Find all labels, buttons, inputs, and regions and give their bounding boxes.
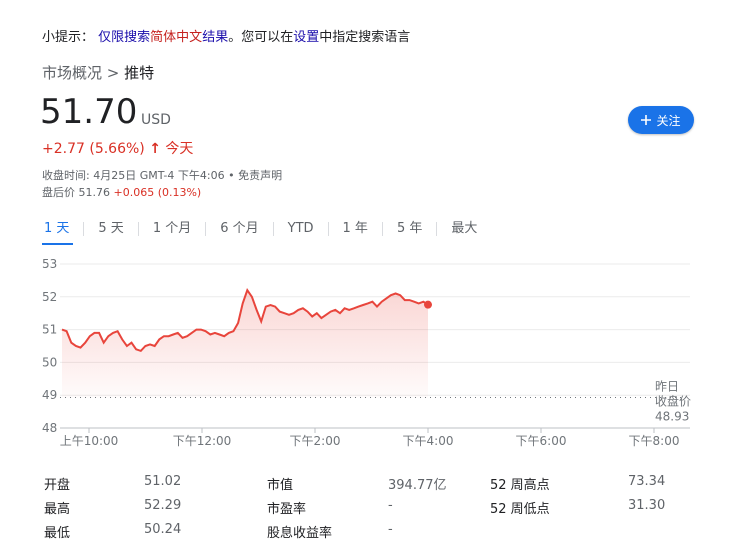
change-value: +2.77 (5.66%) bbox=[42, 141, 145, 157]
stock-price: 51.70 bbox=[40, 92, 138, 132]
breadcrumb-root[interactable]: 市场概况 bbox=[42, 64, 102, 82]
price-area bbox=[62, 290, 428, 398]
after-hours-change: +0.065 (0.13%) bbox=[113, 186, 202, 199]
price-change: +2.77 (5.66%) ↑ 今天 bbox=[42, 138, 193, 158]
x-tick-label: 下午8:00 bbox=[629, 434, 680, 448]
tab-1y[interactable]: 1 年 bbox=[329, 219, 382, 239]
stat-value: - bbox=[388, 498, 393, 513]
breadcrumb-current: 推特 bbox=[124, 64, 155, 82]
after-hours: 盘后价 51.76 +0.065 (0.13%) bbox=[42, 184, 201, 200]
stat-value: 73.34 bbox=[628, 474, 666, 489]
stat-label: 市盈率 bbox=[267, 502, 307, 517]
y-tick-label: 48 bbox=[42, 421, 57, 435]
close-time-meta: 收盘时间: 4月25日 GMT-4 下午4:06 • 免责声明 bbox=[42, 169, 283, 182]
tab-1d[interactable]: 1 天 bbox=[42, 219, 83, 245]
tab-1m[interactable]: 1 个月 bbox=[139, 219, 205, 239]
language-hint: 小提示： 仅限搜索简体中文结果。您可以在设置中指定搜索语言 bbox=[42, 26, 410, 45]
y-tick-label: 49 bbox=[42, 388, 57, 402]
settings-link[interactable]: 设置 bbox=[293, 30, 319, 45]
up-arrow-icon: ↑ bbox=[149, 141, 161, 157]
language-name: 简体中文 bbox=[150, 30, 203, 45]
x-tick-label: 下午12:00 bbox=[173, 434, 232, 448]
follow-label: 关注 bbox=[656, 113, 681, 128]
stat-label: 最低 bbox=[44, 526, 71, 541]
tab-6m[interactable]: 6 个月 bbox=[206, 219, 272, 239]
stat-label: 开盘 bbox=[44, 478, 71, 493]
prev-close-label: 48.93 bbox=[655, 409, 689, 423]
stat-label: 市值 bbox=[267, 478, 294, 493]
search-only-link[interactable]: 仅限搜索 bbox=[98, 30, 150, 45]
stat-value: 394.77亿 bbox=[388, 478, 447, 493]
stat-value: 51.02 bbox=[144, 474, 182, 489]
y-tick-label: 50 bbox=[42, 355, 57, 369]
stat-label: 52 周高点 bbox=[490, 478, 550, 493]
hint-suffix: 中指定搜索语言 bbox=[319, 30, 411, 45]
stat-value: 50.24 bbox=[144, 522, 182, 537]
tab-max[interactable]: 最大 bbox=[437, 219, 491, 239]
prev-close-label: 昨日 bbox=[655, 379, 679, 393]
follow-button[interactable]: 关注 bbox=[628, 106, 694, 134]
hint-middle: 。您可以在 bbox=[228, 30, 294, 45]
range-tabs: 1 天 5 天 1 个月 6 个月 YTD 1 年 5 年 最大 bbox=[42, 216, 491, 245]
tab-5d[interactable]: 5 天 bbox=[84, 219, 137, 239]
x-tick-label: 下午2:00 bbox=[290, 434, 341, 448]
tab-5y[interactable]: 5 年 bbox=[383, 219, 436, 239]
change-period: 今天 bbox=[165, 141, 194, 157]
stat-value: - bbox=[388, 522, 393, 537]
y-tick-label: 53 bbox=[42, 257, 57, 271]
results-link[interactable]: 结果 bbox=[202, 30, 228, 45]
price-chart[interactable]: 53 52 51 50 49 48 上午10:00 下午12:00 下午2:00 下午4:00 下… bbox=[0, 250, 741, 455]
breadcrumb-separator: > bbox=[102, 64, 125, 82]
stat-value: 52.29 bbox=[144, 498, 182, 513]
stat-label: 最高 bbox=[44, 502, 71, 517]
stat-label: 股息收益率 bbox=[267, 526, 333, 541]
plus-icon bbox=[641, 115, 652, 125]
stat-label: 52 周低点 bbox=[490, 502, 550, 517]
last-price-dot bbox=[424, 300, 432, 309]
tab-ytd[interactable]: YTD bbox=[274, 219, 328, 239]
prev-close-label: 收盘价 bbox=[655, 393, 691, 408]
breadcrumb: 市场概况 > 推特 bbox=[42, 62, 154, 83]
after-hours-price: 盘后价 51.76 bbox=[42, 186, 114, 199]
x-tick-label: 上午10:00 bbox=[60, 434, 119, 448]
stat-value: 31.30 bbox=[628, 498, 666, 513]
hint-prefix: 小提示： bbox=[42, 30, 95, 45]
y-tick-label: 51 bbox=[42, 323, 57, 337]
y-tick-label: 52 bbox=[42, 290, 57, 304]
x-tick-label: 下午6:00 bbox=[516, 434, 567, 448]
x-tick-label: 下午4:00 bbox=[403, 434, 454, 448]
key-stats: 开盘 51.02 最高 52.29 最低 50.24 市值 394.77亿市盈率 - 股息收益率 -… bbox=[0, 470, 741, 550]
currency-label: USD bbox=[141, 112, 171, 128]
